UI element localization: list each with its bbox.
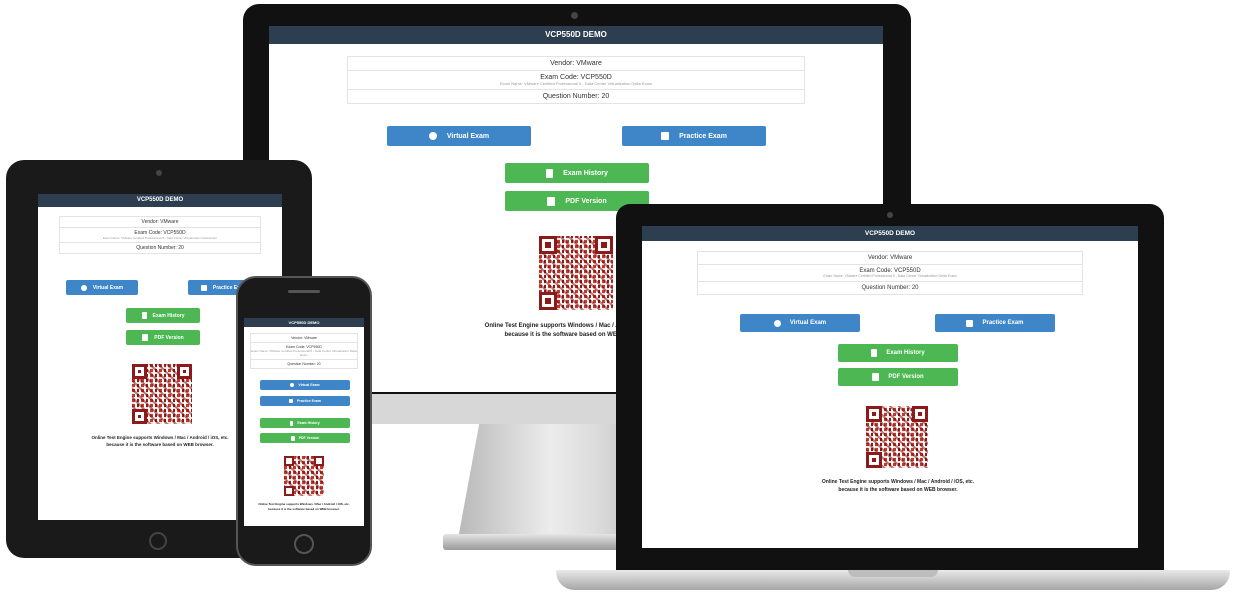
app-header: VCP550D DEMO: [642, 226, 1138, 241]
pdf-version-button[interactable]: PDF Version: [838, 368, 958, 386]
exam-code-row: Exam Code: VCP550D Exam Name: VMware Cer…: [251, 343, 357, 360]
vendor-label: Vendor: VMware: [60, 217, 260, 228]
exam-code-label: Exam Code: VCP550D: [540, 74, 612, 81]
clock-icon: [80, 284, 87, 291]
history-icon: [546, 168, 554, 178]
practice-exam-button[interactable]: Practice Exam: [622, 126, 766, 146]
history-icon: [141, 312, 147, 319]
exam-name-label: Exam Name: VMware Certified Professional…: [102, 236, 218, 240]
exam-code-row: Exam Code: VCP550D Exam Name: VMware Cer…: [698, 265, 1082, 282]
exam-history-button[interactable]: Exam History: [126, 308, 200, 323]
vendor-label: Vendor: VMware: [348, 57, 804, 71]
virtual-exam-button[interactable]: Virtual Exam: [740, 314, 860, 332]
exam-code-row: Exam Code: VCP550D Exam Name: VMware Cer…: [60, 228, 260, 243]
pdf-version-button[interactable]: PDF Version: [260, 433, 350, 443]
virtual-exam-button[interactable]: Virtual Exam: [387, 126, 531, 146]
history-icon: [871, 349, 878, 357]
exam-info-card: Vendor: VMware Exam Code: VCP550D Exam N…: [347, 56, 805, 104]
qr-code: [866, 406, 928, 468]
virtual-exam-button[interactable]: Virtual Exam: [66, 280, 138, 295]
question-number-label: Question Number: 20: [861, 285, 919, 291]
app-header: VCP550D DEMO: [244, 318, 364, 327]
pdf-icon: [290, 435, 295, 441]
home-button-icon: [294, 534, 314, 554]
question-number-label: Question Number: 20: [136, 245, 184, 251]
practice-exam-button[interactable]: Practice Exam: [935, 314, 1055, 332]
practice-exam-button[interactable]: Practice Exam: [260, 396, 350, 406]
virtual-exam-button[interactable]: Virtual Exam: [260, 380, 350, 390]
pdf-icon: [142, 334, 149, 341]
laptop-notch: [848, 570, 938, 577]
laptop: VCP550D DEMO Vendor: VMware Exam Code: V…: [556, 204, 1230, 596]
support-note: Online Test Engine supports Windows / Ma…: [258, 502, 350, 511]
clock-icon: [290, 383, 295, 387]
camera-icon: [887, 212, 893, 218]
support-note: Online Test Engine supports Windows / Ma…: [821, 479, 975, 493]
pdf-version-button[interactable]: PDF Version: [126, 330, 200, 345]
practice-icon: [661, 132, 670, 140]
history-icon: [290, 420, 294, 426]
exam-info-card: Vendor: VMware Exam Code: VCP550D Exam N…: [250, 333, 358, 369]
exam-name-label: Exam Name: VMware Certified Professional…: [251, 349, 357, 357]
app-header: VCP550D DEMO: [38, 194, 282, 207]
question-number-label: Question Number: 20: [287, 362, 321, 366]
pdf-icon: [547, 196, 556, 206]
practice-icon: [289, 399, 294, 403]
app-header: VCP550D DEMO: [269, 26, 883, 44]
camera-icon: [571, 12, 578, 19]
support-note: Online Test Engine supports Windows / Ma…: [91, 435, 229, 447]
phone-screen: VCP550D DEMO Vendor: VMware Exam Code: V…: [244, 318, 364, 526]
exam-name-label: Exam Name: VMware Certified Professional…: [823, 274, 957, 278]
pdf-icon: [872, 373, 880, 381]
home-button-icon: [149, 532, 167, 550]
exam-info-card: Vendor: VMware Exam Code: VCP550D Exam N…: [59, 216, 261, 254]
laptop-screen: VCP550D DEMO Vendor: VMware Exam Code: V…: [642, 226, 1138, 548]
question-number-label: Question Number: 20: [542, 93, 610, 100]
exam-info-card: Vendor: VMware Exam Code: VCP550D Exam N…: [697, 251, 1083, 295]
clock-icon: [773, 319, 781, 327]
qr-code: [284, 456, 324, 496]
exam-name-label: Exam Name: VMware Certified Professional…: [499, 81, 653, 86]
exam-history-button[interactable]: Exam History: [838, 344, 958, 362]
practice-icon: [966, 319, 974, 327]
exam-code-row: Exam Code: VCP550D Exam Name: VMware Cer…: [348, 71, 804, 90]
practice-icon: [200, 284, 207, 291]
camera-icon: [156, 170, 162, 176]
exam-history-button[interactable]: Exam History: [505, 163, 649, 183]
vendor-label: Vendor: VMware: [251, 334, 357, 343]
vendor-label: Vendor: VMware: [698, 252, 1082, 265]
clock-icon: [428, 132, 437, 140]
qr-code: [132, 364, 192, 424]
speaker-icon: [288, 290, 320, 293]
exam-history-button[interactable]: Exam History: [260, 418, 350, 428]
phone: VCP550D DEMO Vendor: VMware Exam Code: V…: [236, 276, 372, 566]
